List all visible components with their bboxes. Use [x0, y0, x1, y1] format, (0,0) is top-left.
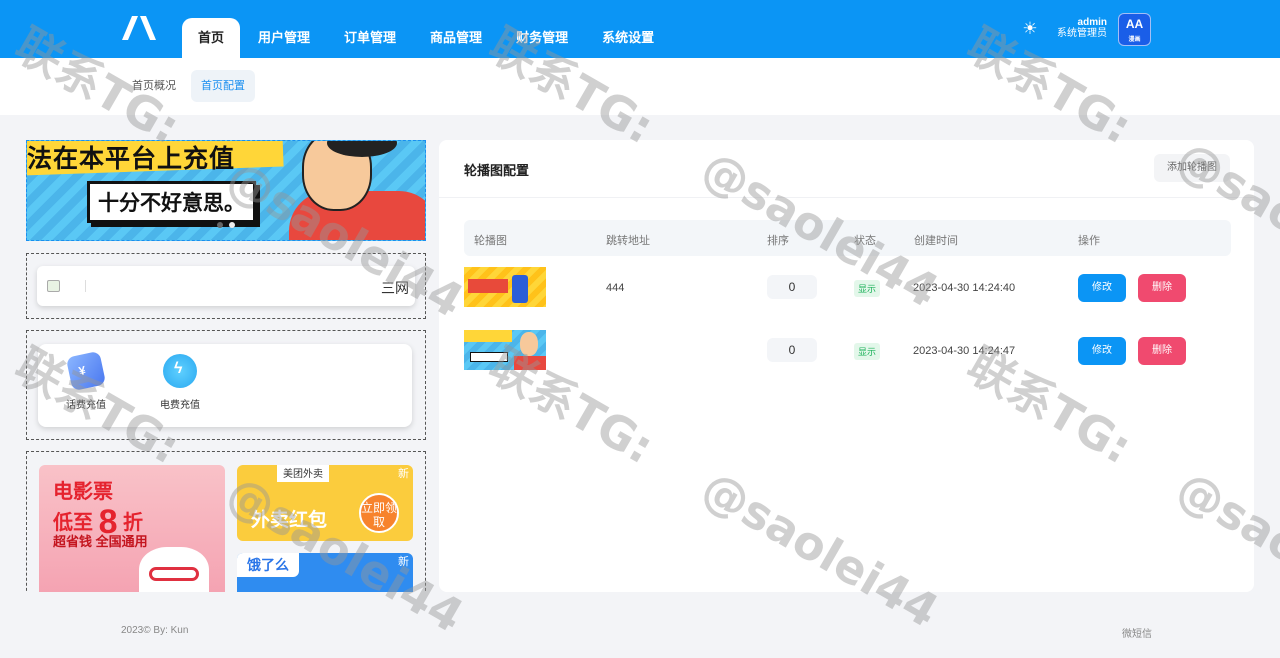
- nav-item-users[interactable]: 用户管理: [242, 18, 326, 58]
- new-badge: 新: [398, 556, 409, 568]
- meituan-main: 外卖红包: [251, 510, 328, 531]
- sort-input[interactable]: 0: [767, 338, 817, 362]
- phone-bill-icon: ¥: [65, 350, 107, 392]
- icon-item-phone[interactable]: ¥ 话费充值: [56, 350, 116, 411]
- col-actions: 操作: [1078, 235, 1100, 247]
- footer-link[interactable]: 微短信: [1122, 625, 1152, 640]
- preview-promo-block[interactable]: 电影票 低至 8 折 超省钱 全国通用 美团外卖 新 外卖红包 立即领取 饿了么…: [26, 451, 426, 592]
- sub-nav: 首页概况 首页配置: [0, 58, 1280, 115]
- eleme-tag: 饿了么: [237, 553, 299, 577]
- carousel-thumbnail[interactable]: [464, 267, 546, 307]
- col-created: 创建时间: [914, 235, 958, 247]
- tab-home-overview[interactable]: 首页概况: [122, 70, 186, 102]
- meituan-claim-button[interactable]: 立即领取: [359, 493, 399, 533]
- col-image: 轮播图: [474, 235, 507, 247]
- row-created: 2023-04-30 14:24:47: [913, 345, 1016, 357]
- footer-copyright: 2023© By: Kun: [121, 625, 189, 636]
- row-link: 444: [606, 282, 625, 294]
- sort-input[interactable]: 0: [767, 275, 817, 299]
- tab-home-config[interactable]: 首页配置: [191, 70, 255, 102]
- promo-movie-ticket[interactable]: 电影票 低至 8 折 超省钱 全国通用: [39, 465, 225, 592]
- user-role: 系统管理员: [1057, 28, 1107, 39]
- mobile-preview: 法在本平台上充值 十分不好意思。 三网 ¥ 话费充值 ϟ 电费充值 电影票 低至…: [26, 140, 426, 592]
- sun-icon[interactable]: ☀: [1020, 19, 1040, 39]
- brand-logo-icon[interactable]: [120, 14, 160, 42]
- lightning-icon: ϟ: [163, 354, 197, 388]
- avatar-sub: 漫画: [1128, 37, 1141, 43]
- promo-eleme[interactable]: 饿了么 新: [237, 553, 413, 592]
- add-carousel-button[interactable]: 添加轮播图: [1154, 154, 1230, 182]
- status-badge: 显示: [854, 343, 881, 360]
- banner-line2: 十分不好意思。: [87, 181, 256, 223]
- nav-item-home[interactable]: 首页: [182, 18, 241, 58]
- user-name: admin: [1077, 17, 1107, 28]
- notice-card: 三网: [37, 266, 415, 306]
- table-row: 0 显示 2023-04-30 14:24:47 修改 删除: [464, 324, 1231, 386]
- table-row: 444 0 显示 2023-04-30 14:24:40 修改 删除: [464, 261, 1231, 323]
- promo-movie-sub: 超省钱 全国通用: [53, 534, 148, 549]
- preview-icon-block[interactable]: ¥ 话费充值 ϟ 电费充值: [26, 330, 426, 440]
- broken-image-icon: [47, 280, 60, 292]
- nav-item-settings[interactable]: 系统设置: [586, 18, 670, 58]
- notice-text: 三网: [381, 280, 409, 296]
- main-nav: 首页 用户管理 订单管理 商品管理 财务管理 系统设置: [182, 18, 672, 58]
- row-created: 2023-04-30 14:24:40: [913, 282, 1016, 294]
- avatar[interactable]: AA 漫画: [1118, 13, 1151, 46]
- icon-grid-card: ¥ 话费充值 ϟ 电费充值: [38, 344, 412, 427]
- col-link: 跳转地址: [606, 235, 650, 247]
- promo-meituan[interactable]: 美团外卖 新 外卖红包 立即领取: [237, 465, 413, 541]
- panel-title: 轮播图配置: [464, 163, 530, 178]
- edit-button[interactable]: 修改: [1078, 337, 1126, 365]
- avatar-text: AA: [1125, 17, 1144, 31]
- nav-item-finance[interactable]: 财务管理: [500, 18, 584, 58]
- carousel-thumbnail[interactable]: [464, 330, 546, 370]
- carousel-dots[interactable]: [217, 222, 235, 228]
- icon-label-electric: 电费充值: [160, 400, 200, 411]
- meituan-tag: 美团外卖: [277, 465, 329, 482]
- table-header: 轮播图 跳转地址 排序 状态 创建时间 操作: [464, 220, 1231, 256]
- nav-item-orders[interactable]: 订单管理: [328, 18, 412, 58]
- delete-button[interactable]: 删除: [1138, 274, 1186, 302]
- icon-label-phone: 话费充值: [66, 400, 106, 411]
- banner-line1: 法在本平台上充值: [27, 145, 236, 173]
- col-sort: 排序: [767, 235, 789, 247]
- new-badge: 新: [398, 468, 409, 480]
- carousel-config-panel: 轮播图配置 添加轮播图 轮播图 跳转地址 排序 状态 创建时间 操作 444 0…: [439, 140, 1254, 592]
- panel-header: 轮播图配置 添加轮播图: [439, 140, 1254, 198]
- col-status: 状态: [854, 235, 876, 247]
- preview-banner[interactable]: 法在本平台上充值 十分不好意思。: [26, 140, 426, 241]
- icon-item-electric[interactable]: ϟ 电费充值: [150, 354, 210, 411]
- delete-button[interactable]: 删除: [1138, 337, 1186, 365]
- status-badge: 显示: [854, 280, 881, 297]
- user-info[interactable]: admin 系统管理员: [1057, 17, 1107, 39]
- nav-item-products[interactable]: 商品管理: [414, 18, 498, 58]
- top-navbar: 首页 用户管理 订单管理 商品管理 财务管理 系统设置 ☀ admin 系统管理…: [0, 0, 1280, 58]
- edit-button[interactable]: 修改: [1078, 274, 1126, 302]
- preview-notice-block[interactable]: 三网: [26, 253, 426, 319]
